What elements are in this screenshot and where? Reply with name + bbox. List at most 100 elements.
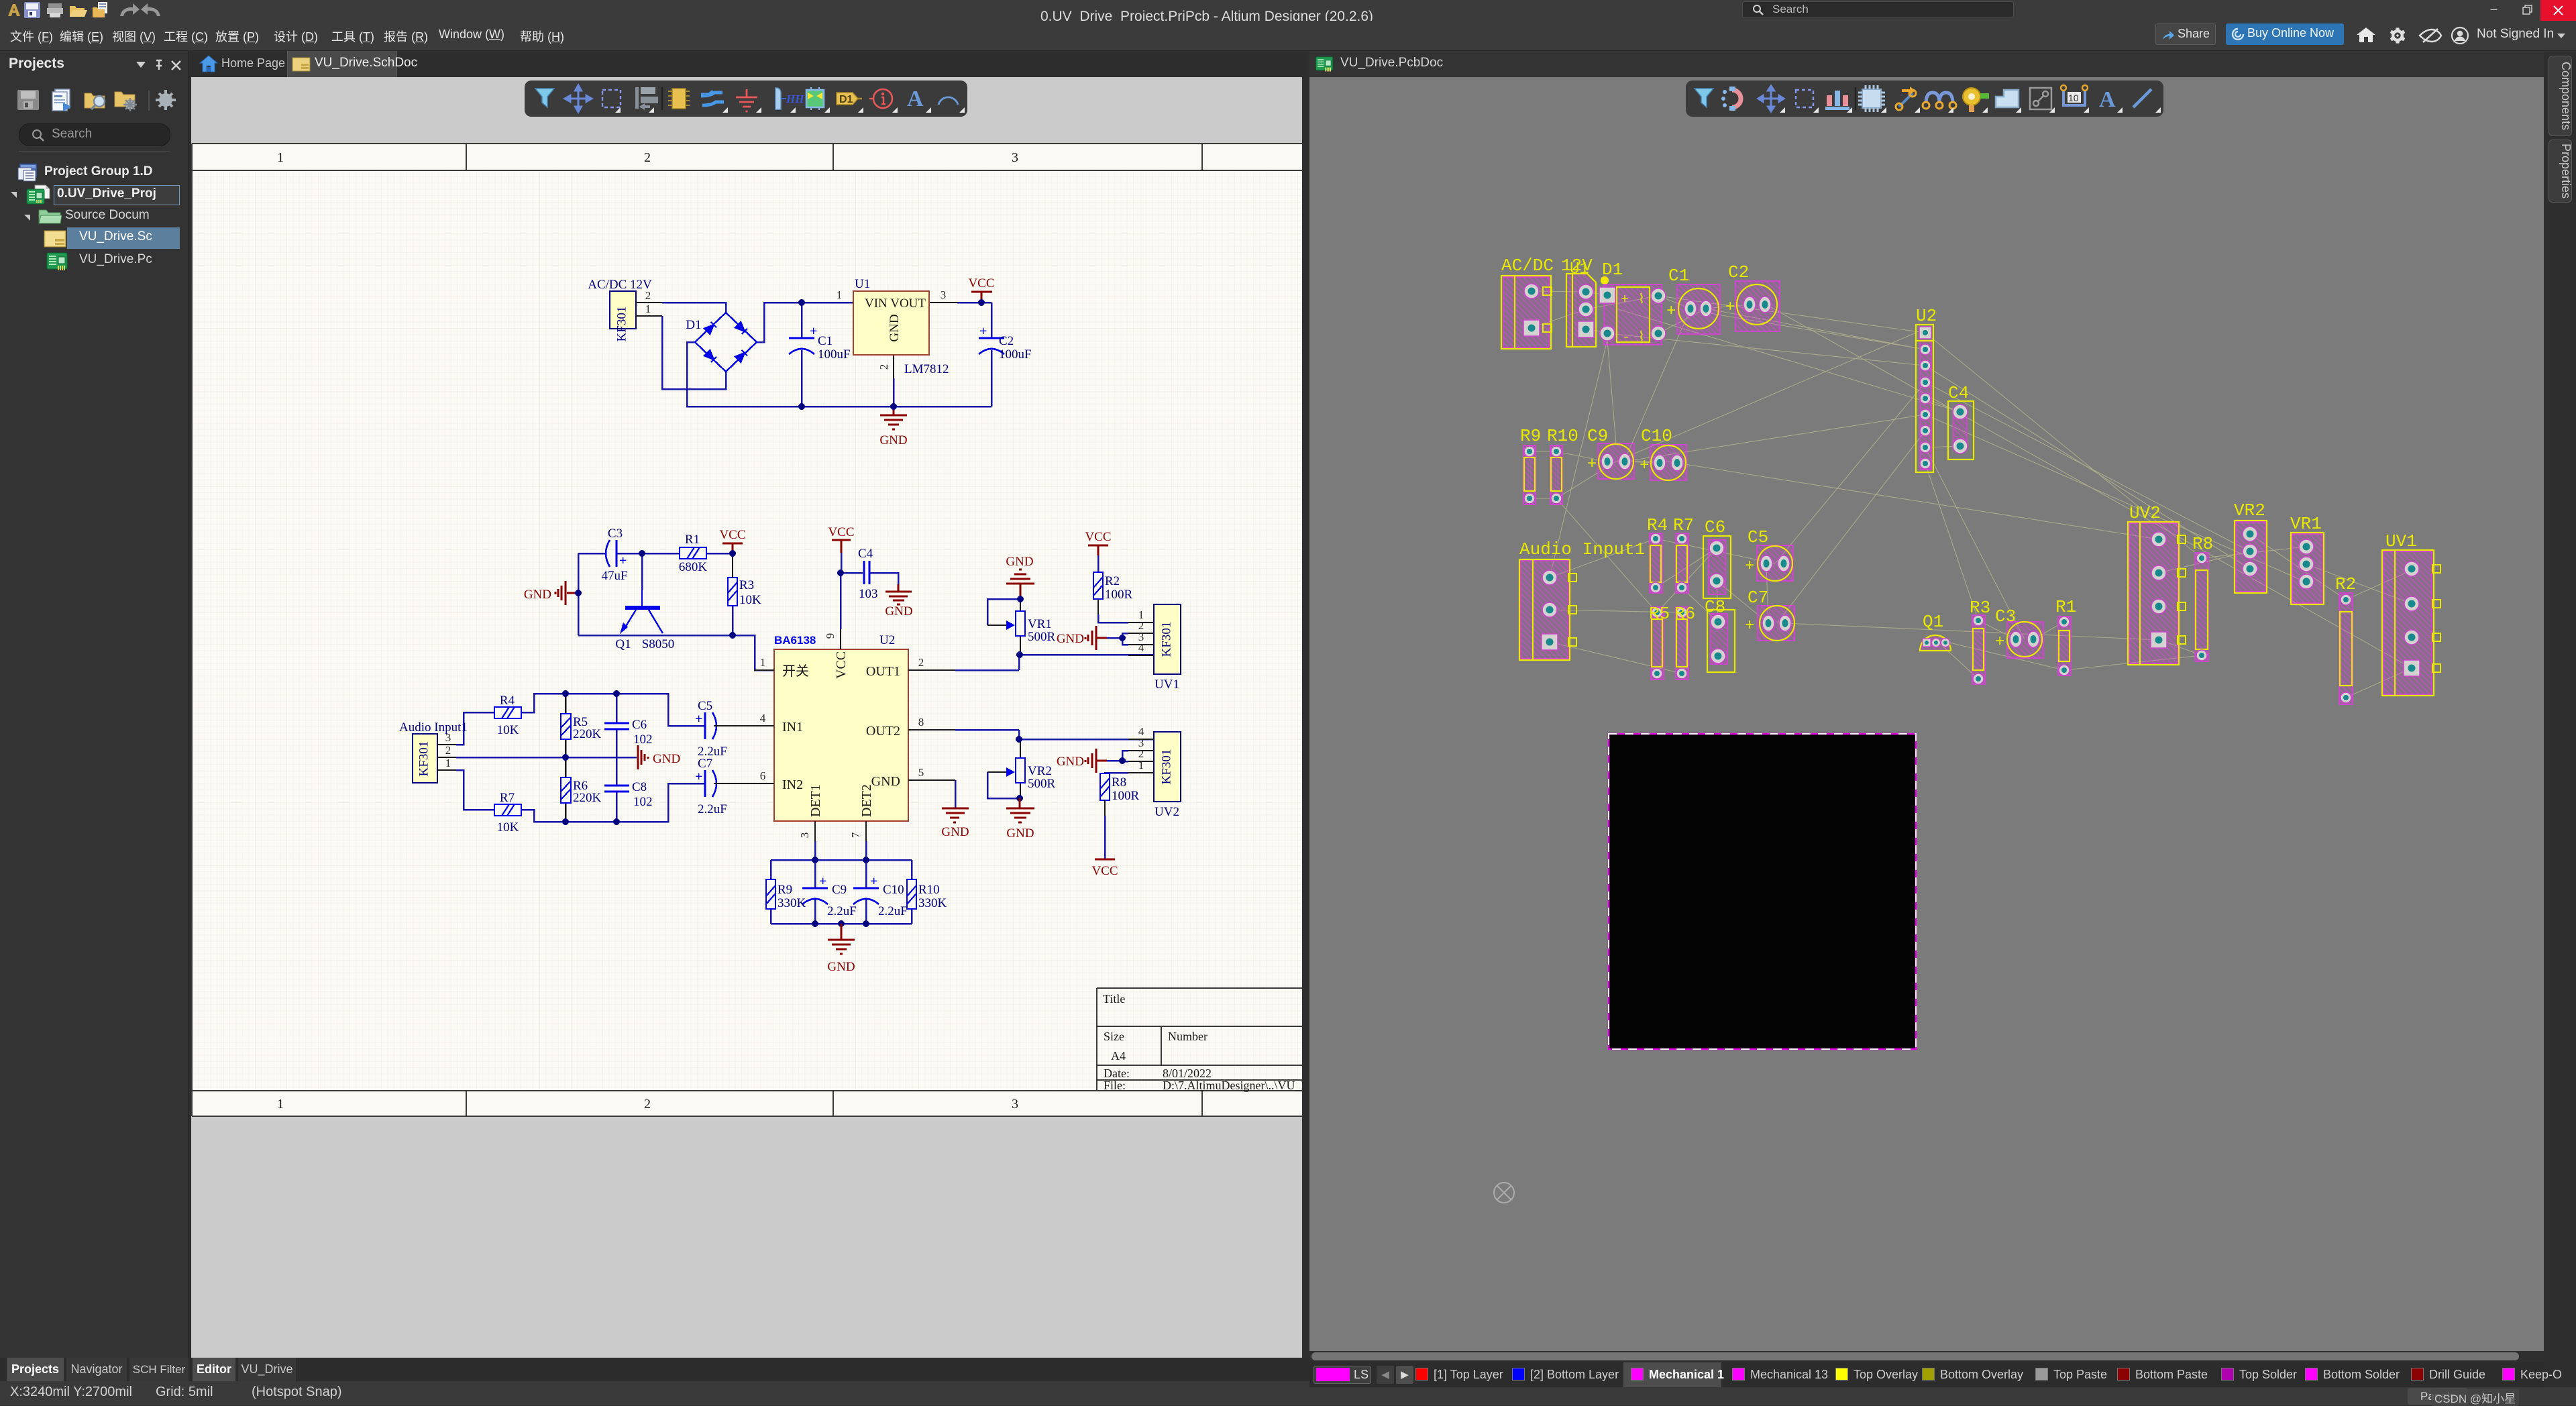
- svg-text:VR2: VR2: [1028, 764, 1052, 778]
- svg-text:R8: R8: [1112, 775, 1126, 790]
- svg-text:C3: C3: [1995, 606, 2016, 627]
- svg-text:LM7812: LM7812: [904, 362, 949, 376]
- svg-text:680K: 680K: [679, 560, 708, 574]
- svg-text:S8050: S8050: [642, 637, 675, 651]
- svg-text:5: 5: [918, 766, 924, 779]
- svg-text:D:\7.AltimuDesigner\..\VU_D: D:\7.AltimuDesigner\..\VU_D: [1163, 1079, 1302, 1092]
- svg-text:VCC: VCC: [968, 276, 994, 290]
- svg-text:R7: R7: [1673, 515, 1694, 535]
- svg-text:3: 3: [941, 288, 947, 301]
- svg-text:+: +: [1640, 457, 1649, 475]
- svg-text:R7: R7: [500, 791, 515, 805]
- svg-text:R3: R3: [1970, 598, 1990, 618]
- svg-text:4: 4: [760, 712, 766, 724]
- svg-text:100uF: 100uF: [999, 347, 1032, 362]
- svg-text:KF301: KF301: [614, 307, 629, 342]
- svg-text:Size: Size: [1104, 1030, 1124, 1043]
- svg-text:+: +: [1666, 303, 1676, 321]
- svg-text:R10: R10: [918, 883, 940, 897]
- svg-text:2: 2: [644, 1097, 651, 1112]
- svg-text:GND: GND: [827, 960, 855, 974]
- svg-text:1: 1: [277, 150, 284, 165]
- svg-text:+: +: [695, 769, 702, 784]
- svg-text:D1: D1: [839, 94, 853, 105]
- svg-text:6: 6: [760, 769, 766, 782]
- svg-text:AC/DC: AC/DC: [1501, 256, 1554, 276]
- svg-text:C1: C1: [818, 334, 833, 348]
- svg-text:R1: R1: [2055, 597, 2076, 617]
- svg-text:KF301: KF301: [417, 741, 431, 777]
- svg-text:GND: GND: [871, 774, 900, 789]
- svg-text:2.2uF: 2.2uF: [878, 904, 908, 918]
- svg-text:C7: C7: [698, 757, 712, 771]
- svg-text:500R: 500R: [1028, 630, 1056, 644]
- svg-text:R2: R2: [1105, 574, 1120, 588]
- svg-text:OUT1: OUT1: [866, 664, 900, 679]
- svg-text:+: +: [1621, 292, 1629, 308]
- svg-text:⌇: ⌇: [1638, 292, 1645, 308]
- svg-text:A4: A4: [1111, 1049, 1126, 1063]
- svg-text:102: 102: [633, 795, 653, 809]
- svg-text:3: 3: [1012, 1097, 1018, 1112]
- svg-text:C9: C9: [1587, 426, 1608, 446]
- svg-text:DET1: DET1: [808, 784, 823, 817]
- svg-text:AC/DC 12V: AC/DC 12V: [588, 278, 652, 292]
- svg-text:Number: Number: [1168, 1030, 1208, 1043]
- svg-text:GND: GND: [1057, 632, 1084, 646]
- svg-text:C6: C6: [632, 718, 647, 732]
- svg-text:R3: R3: [739, 578, 754, 592]
- svg-text:Title: Title: [1103, 992, 1125, 1006]
- svg-text:VCC: VCC: [719, 528, 745, 542]
- svg-text:500R: 500R: [1028, 777, 1056, 791]
- svg-text:Audio Input1: Audio Input1: [1519, 539, 1645, 559]
- svg-text:GND: GND: [524, 588, 551, 602]
- svg-text:VCC: VCC: [828, 525, 854, 539]
- svg-text:HH: HH: [786, 93, 804, 105]
- svg-text:BA6138: BA6138: [774, 634, 816, 647]
- svg-text:3: 3: [798, 832, 811, 839]
- svg-text:R1: R1: [685, 533, 700, 547]
- svg-text:+: +: [870, 874, 877, 889]
- svg-text:10: 10: [2068, 93, 2079, 103]
- svg-text:R4: R4: [500, 694, 515, 708]
- svg-text:2: 2: [877, 364, 890, 370]
- svg-text:VIN: VIN: [865, 296, 888, 311]
- svg-text:VR1: VR1: [2290, 514, 2322, 534]
- svg-text:U1: U1: [1570, 260, 1589, 278]
- svg-text:1: 1: [837, 288, 843, 301]
- svg-text:1: 1: [445, 757, 451, 769]
- svg-text:330K: 330K: [918, 896, 947, 910]
- svg-text:IN1: IN1: [782, 720, 803, 735]
- svg-text:Date:: Date:: [1104, 1067, 1130, 1080]
- svg-text:UV1: UV1: [2385, 531, 2417, 551]
- svg-text:4: 4: [1138, 641, 1144, 654]
- svg-text:3: 3: [1012, 150, 1018, 165]
- svg-text:C7: C7: [1748, 588, 1768, 608]
- svg-text:GND: GND: [653, 752, 680, 766]
- svg-text:100R: 100R: [1105, 588, 1133, 602]
- svg-text:+: +: [1745, 557, 1754, 576]
- svg-text:100R: 100R: [1112, 789, 1140, 803]
- svg-text:U2: U2: [1916, 306, 1937, 326]
- svg-text:C10: C10: [1641, 426, 1672, 446]
- svg-text:1: 1: [645, 303, 651, 315]
- svg-text:UV2: UV2: [1155, 805, 1179, 819]
- svg-text:C4: C4: [1948, 383, 1969, 403]
- svg-text:C9: C9: [832, 883, 847, 897]
- svg-text:8: 8: [918, 716, 924, 728]
- svg-text:UV2: UV2: [2129, 503, 2161, 523]
- svg-text:330K: 330K: [777, 896, 806, 910]
- svg-text:GND: GND: [885, 604, 912, 618]
- svg-text:D1: D1: [1602, 260, 1623, 280]
- svg-text:C8: C8: [1705, 597, 1725, 617]
- svg-text:10K: 10K: [739, 593, 761, 607]
- svg-text:DET2: DET2: [859, 784, 874, 817]
- svg-text:C5: C5: [698, 699, 712, 713]
- svg-text:102: 102: [633, 733, 653, 747]
- svg-text:GND: GND: [879, 433, 907, 447]
- svg-text:47uF: 47uF: [601, 569, 627, 583]
- svg-text:Audio Input1: Audio Input1: [399, 720, 468, 735]
- svg-text:2: 2: [445, 744, 451, 757]
- svg-text:IN2: IN2: [782, 777, 803, 792]
- svg-text:2: 2: [644, 150, 651, 165]
